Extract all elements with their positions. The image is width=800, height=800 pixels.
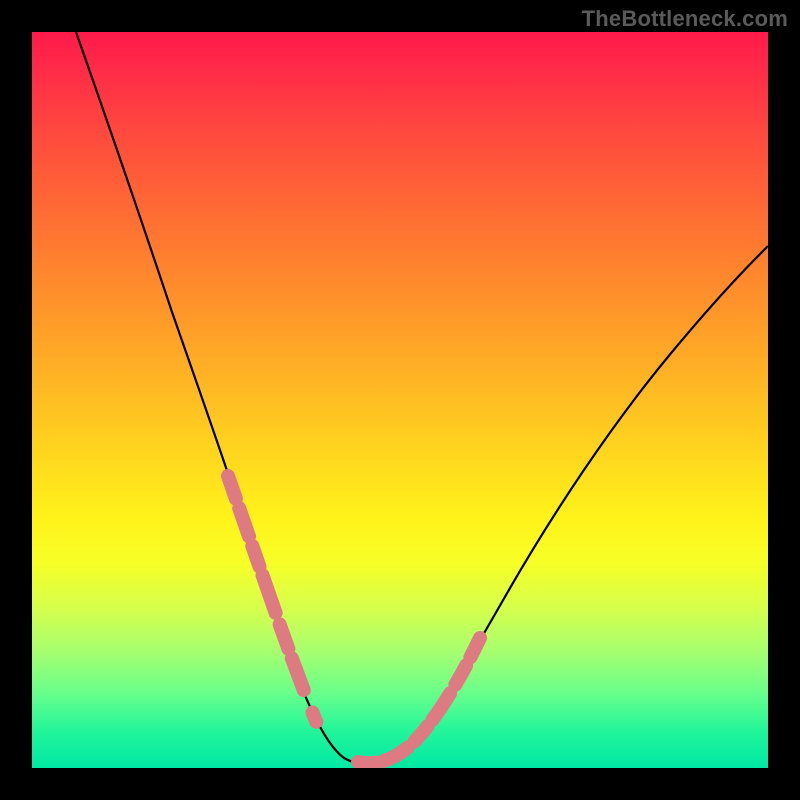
- bottleneck-curve: [76, 32, 768, 765]
- curve-layer: [32, 32, 768, 768]
- right-highlight-segment: [358, 638, 480, 763]
- plot-area: [32, 32, 768, 768]
- watermark-text: TheBottleneck.com: [582, 6, 788, 32]
- left-highlight-segment: [228, 476, 318, 726]
- chart-frame: TheBottleneck.com: [0, 0, 800, 800]
